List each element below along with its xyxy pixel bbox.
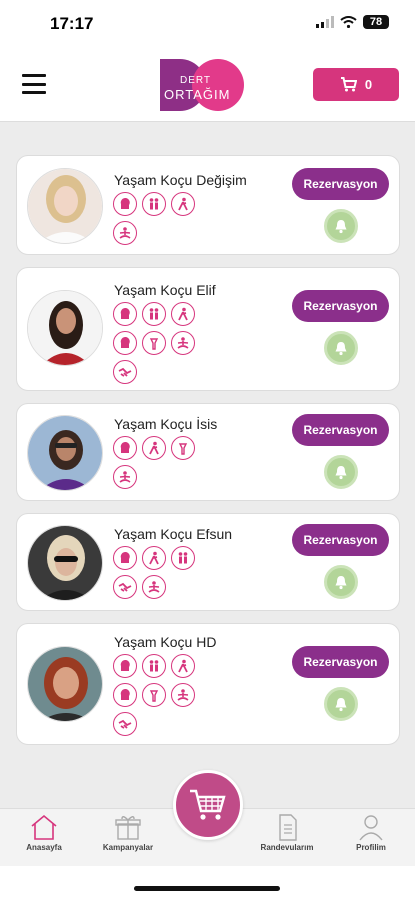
nav-appointments[interactable]: Randevularım	[247, 813, 327, 852]
coach-skill-icons	[113, 302, 209, 384]
torch-icon	[142, 331, 166, 355]
document-icon	[279, 814, 297, 841]
meditation-icon	[171, 683, 195, 707]
coach-avatar	[27, 415, 103, 491]
couple-icon	[171, 546, 195, 570]
coach-name: Yaşam Koçu Efsun	[114, 526, 233, 542]
handshake-icon	[113, 712, 137, 736]
header-cart-button[interactable]: 0	[313, 68, 399, 101]
meditation-icon	[113, 465, 137, 489]
coach-skill-icons	[113, 654, 209, 736]
meditation-icon	[171, 331, 195, 355]
cart-icon	[340, 77, 357, 92]
coach-name: Yaşam Koçu Değişim	[114, 172, 247, 188]
handshake-icon	[113, 360, 137, 384]
cart-count: 0	[364, 77, 373, 92]
coach-avatar	[27, 525, 103, 601]
coach-name: Yaşam Koçu Elif	[114, 282, 216, 298]
nav-profile[interactable]: Profilim	[331, 813, 411, 852]
coach-avatar	[27, 290, 103, 366]
status-indicators: 78	[316, 15, 389, 29]
signal-icon	[316, 16, 334, 28]
head-icon	[113, 546, 137, 570]
bell-icon	[335, 698, 347, 712]
coach-card: Yaşam Koçu İsis Rezervasyon	[16, 403, 400, 501]
meditation-icon	[113, 221, 137, 245]
notify-button[interactable]	[324, 331, 358, 365]
status-bar: 17:17 78	[0, 0, 415, 48]
home-indicator[interactable]	[134, 886, 280, 891]
home-icon	[31, 814, 57, 840]
home-indicator-area	[0, 866, 415, 900]
reserve-button[interactable]: Rezervasyon	[292, 168, 389, 200]
meditation-icon	[142, 575, 166, 599]
head-icon	[113, 654, 137, 678]
coach-skill-icons	[113, 436, 209, 489]
brand-logo: DERT ORTAĞIM	[158, 57, 244, 113]
handshake-icon	[113, 575, 137, 599]
couple-icon	[142, 192, 166, 216]
head-icon	[113, 302, 137, 326]
couple-icon	[142, 302, 166, 326]
walking-icon	[142, 546, 166, 570]
nav-campaigns[interactable]: Kampanyalar	[88, 813, 168, 852]
reserve-button[interactable]: Rezervasyon	[292, 290, 389, 322]
nav-home-label: Anasayfa	[26, 843, 62, 852]
reserve-button[interactable]: Rezervasyon	[292, 524, 389, 556]
reserve-button[interactable]: Rezervasyon	[292, 414, 389, 446]
gift-icon	[115, 816, 141, 840]
reserve-button[interactable]: Rezervasyon	[292, 646, 389, 678]
couple-icon	[142, 654, 166, 678]
head-icon	[113, 683, 137, 707]
coach-card: Yaşam Koçu Efsun Rezervasyon	[16, 513, 400, 611]
logo-text-bottom: ORTAĞIM	[164, 87, 230, 102]
coach-skill-icons	[113, 546, 209, 599]
app-header: DERT ORTAĞIM 0	[0, 48, 415, 122]
wifi-icon	[340, 16, 357, 28]
notify-button[interactable]	[324, 209, 358, 243]
bell-icon	[335, 576, 347, 590]
logo-text-top: DERT	[180, 75, 211, 86]
walking-icon	[171, 654, 195, 678]
notify-button[interactable]	[324, 455, 358, 489]
head-icon	[113, 436, 137, 460]
coach-name: Yaşam Koçu İsis	[114, 416, 218, 432]
torch-icon	[171, 436, 195, 460]
center-cart-button[interactable]	[173, 770, 243, 840]
hamburger-menu-icon[interactable]	[22, 74, 46, 94]
walking-icon	[171, 302, 195, 326]
torch-icon	[142, 683, 166, 707]
user-icon	[359, 815, 383, 841]
coach-skill-icons	[113, 192, 209, 245]
nav-home[interactable]: Anasayfa	[4, 813, 84, 852]
shopping-cart-icon	[190, 789, 226, 820]
status-time: 17:17	[50, 14, 94, 33]
coach-name: Yaşam Koçu HD	[114, 634, 217, 650]
nav-profile-label: Profilim	[356, 843, 386, 852]
coach-avatar	[27, 168, 103, 244]
walking-icon	[171, 192, 195, 216]
battery-indicator: 78	[363, 15, 389, 29]
bell-icon	[335, 220, 347, 234]
coach-card: Yaşam Koçu Değişim Rezervasyon	[16, 155, 400, 255]
nav-appointments-label: Randevularım	[260, 843, 314, 852]
notify-button[interactable]	[324, 687, 358, 721]
head-icon	[113, 331, 137, 355]
coach-card: Yaşam Koçu HD Rezervasyon	[16, 623, 400, 745]
walking-icon	[142, 436, 166, 460]
head-icon	[113, 192, 137, 216]
nav-campaigns-label: Kampanyalar	[102, 843, 154, 852]
notify-button[interactable]	[324, 565, 358, 599]
coach-card: Yaşam Koçu Elif Rezervasyon	[16, 267, 400, 391]
bell-icon	[335, 466, 347, 480]
coach-avatar	[27, 646, 103, 722]
bell-icon	[335, 342, 347, 356]
